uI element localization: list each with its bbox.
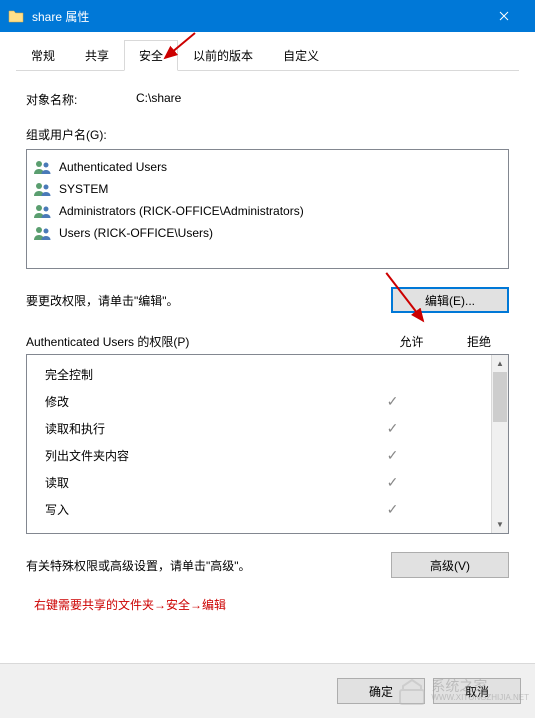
permission-allow-check: ✓ [355, 501, 430, 518]
group-item[interactable]: Users (RICK-OFFICE\Users) [31, 222, 504, 244]
users-icon [33, 159, 53, 175]
object-name-label: 对象名称: [26, 91, 136, 108]
tab-general[interactable]: 常规 [16, 40, 70, 71]
close-button[interactable] [481, 0, 527, 32]
permission-label: 读取 [45, 474, 355, 491]
users-icon [33, 181, 53, 197]
permission-allow-check: ✓ [355, 393, 430, 410]
advanced-button[interactable]: 高级(V) [391, 552, 509, 578]
tab-previous-versions[interactable]: 以前的版本 [178, 40, 268, 71]
permissions-header-deny: 拒绝 [449, 333, 509, 350]
permissions-header: Authenticated Users 的权限(P) 允许 拒绝 [26, 333, 509, 350]
permission-label: 读取和执行 [45, 420, 355, 437]
tab-security[interactable]: 安全 [124, 40, 178, 71]
permissions-header-name: Authenticated Users 的权限(P) [26, 333, 374, 350]
groups-label: 组或用户名(G): [26, 126, 509, 143]
tab-sharing[interactable]: 共享 [70, 40, 124, 71]
permission-row: 列出文件夹内容 ✓ [27, 442, 508, 469]
window-title: share 属性 [32, 8, 481, 25]
folder-icon [8, 8, 24, 24]
group-item-label: Administrators (RICK-OFFICE\Administrato… [59, 204, 304, 218]
group-item-label: Users (RICK-OFFICE\Users) [59, 226, 213, 240]
permission-label: 修改 [45, 393, 355, 410]
cancel-button[interactable]: 取消 [433, 678, 521, 704]
titlebar: share 属性 [0, 0, 535, 32]
scrollbar-thumb[interactable] [493, 372, 507, 422]
scrollbar-vertical[interactable]: ▲ ▼ [491, 355, 508, 533]
dialog-footer: 确定 取消 [0, 663, 535, 718]
ok-button[interactable]: 确定 [337, 678, 425, 704]
users-icon [33, 203, 53, 219]
permissions-header-allow: 允许 [374, 333, 449, 350]
edit-button[interactable]: 编辑(E)... [391, 287, 509, 313]
advanced-hint-text: 有关特殊权限或高级设置，请单击"高级"。 [26, 557, 391, 574]
permission-row: 修改 ✓ [27, 388, 508, 415]
object-name-value: C:\share [136, 91, 509, 108]
annotation-note: 右键需要共享的文件夹→安全→编辑 [34, 596, 501, 613]
permission-row: 读取 ✓ [27, 469, 508, 496]
group-item-label: SYSTEM [59, 182, 108, 196]
users-icon [33, 225, 53, 241]
tab-customize[interactable]: 自定义 [268, 40, 334, 71]
group-item[interactable]: Administrators (RICK-OFFICE\Administrato… [31, 200, 504, 222]
group-item-label: Authenticated Users [59, 160, 167, 174]
tab-bar: 常规 共享 安全 以前的版本 自定义 [16, 40, 519, 71]
edit-hint-text: 要更改权限，请单击"编辑"。 [26, 292, 391, 309]
permission-allow-check: ✓ [355, 447, 430, 464]
group-item[interactable]: SYSTEM [31, 178, 504, 200]
object-name-row: 对象名称: C:\share [26, 91, 509, 108]
permission-label: 写入 [45, 501, 355, 518]
permission-label: 列出文件夹内容 [45, 447, 355, 464]
permissions-table: 完全控制 修改 ✓ 读取和执行 ✓ 列出文件夹内容 ✓ [26, 354, 509, 534]
permission-row: 写入 ✓ [27, 496, 508, 523]
permission-row: 读取和执行 ✓ [27, 415, 508, 442]
permission-label: 完全控制 [45, 366, 355, 383]
permission-allow-check: ✓ [355, 474, 430, 491]
scroll-up-icon[interactable]: ▲ [492, 355, 508, 372]
groups-listbox[interactable]: Authenticated Users SYSTEM Administrator… [26, 149, 509, 269]
group-item[interactable]: Authenticated Users [31, 156, 504, 178]
permission-row: 完全控制 [27, 361, 508, 388]
scroll-down-icon[interactable]: ▼ [492, 516, 508, 533]
content: 常规 共享 安全 以前的版本 自定义 对象名称: C:\share 组或用户名(… [0, 32, 535, 633]
permission-allow-check: ✓ [355, 420, 430, 437]
